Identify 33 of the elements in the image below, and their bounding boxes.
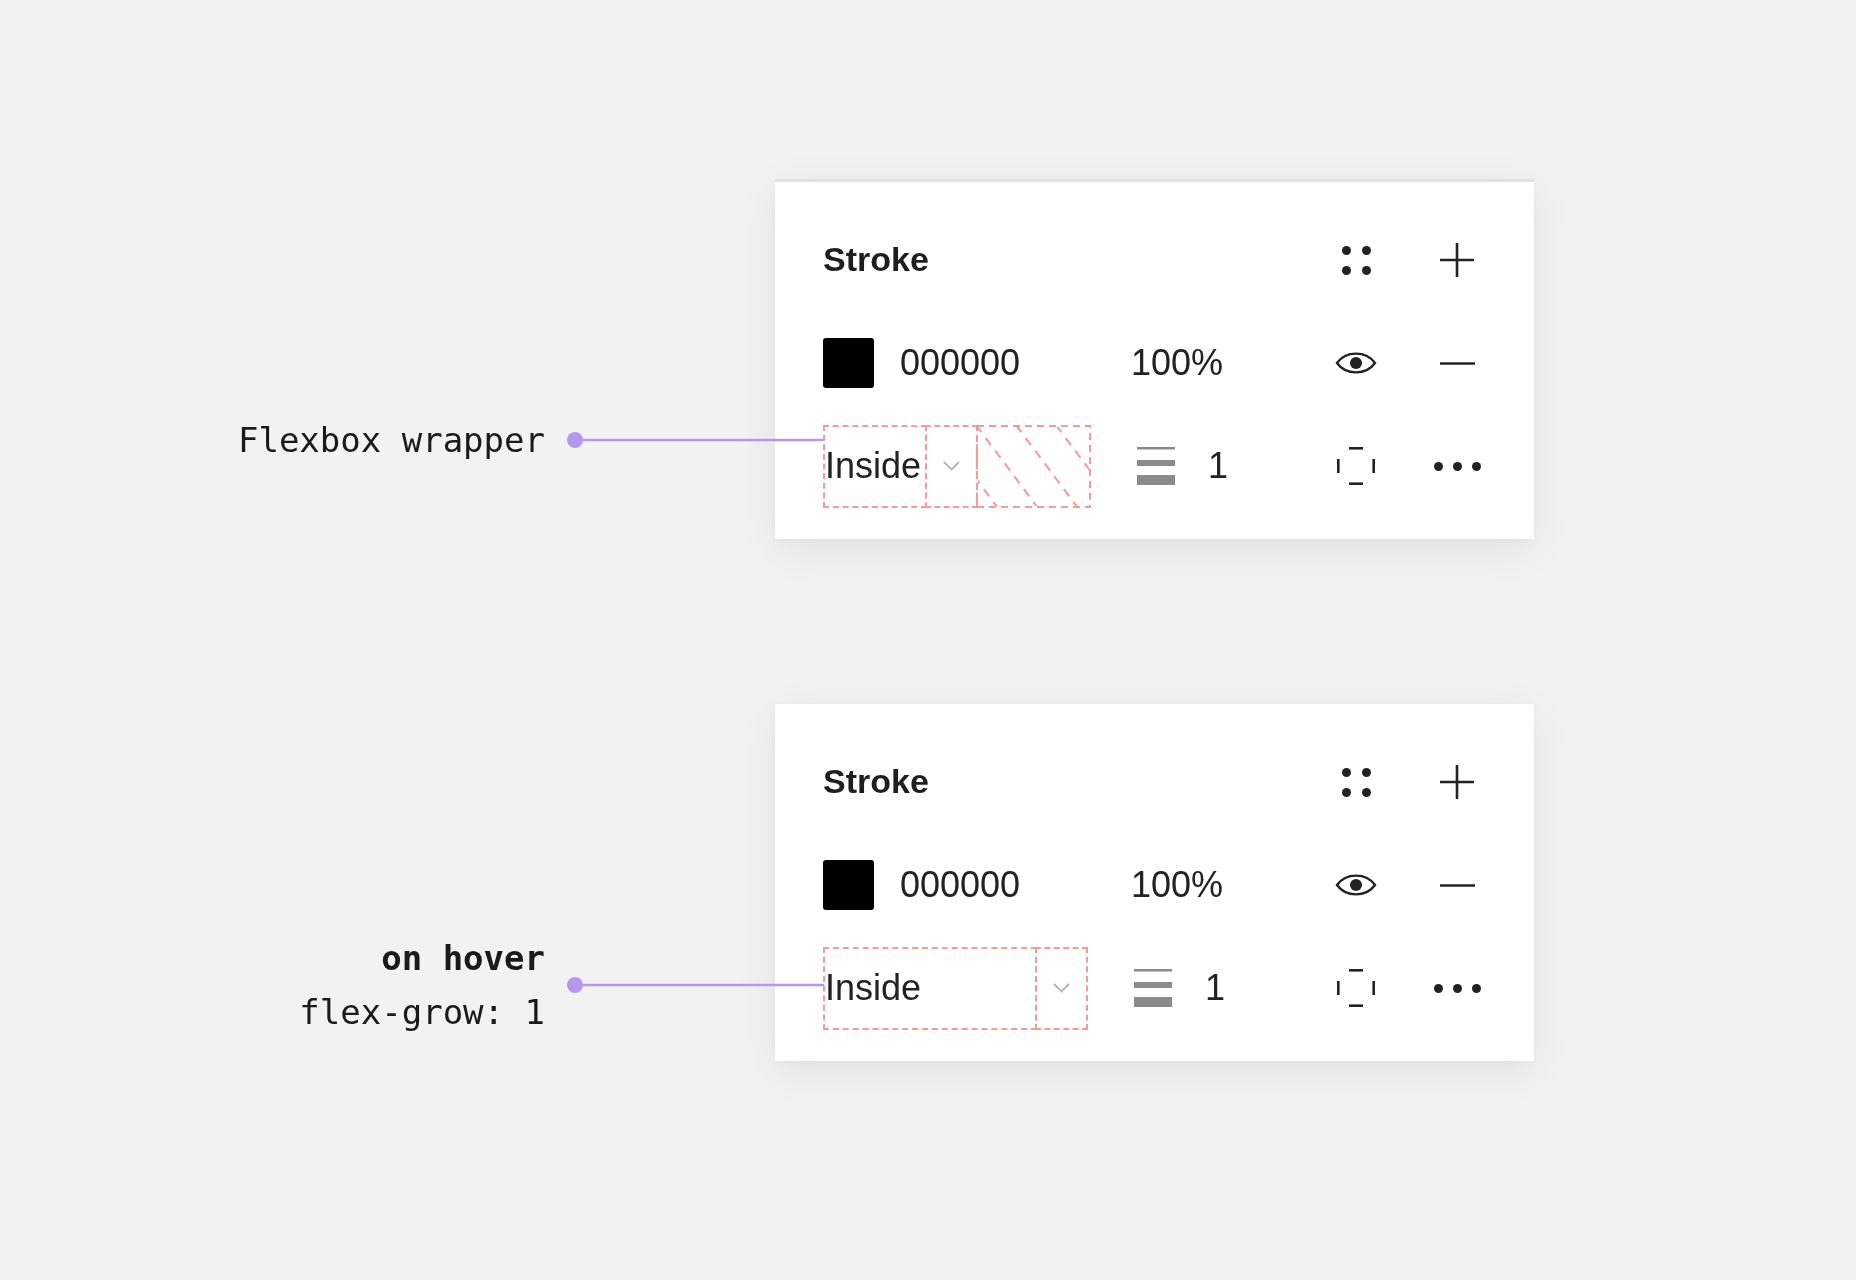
dropdown-toggle[interactable] <box>925 424 978 508</box>
dots-grid-icon[interactable] <box>1341 245 1371 275</box>
plus-icon[interactable] <box>1440 243 1474 277</box>
dropdown-toggle[interactable] <box>1035 946 1088 1030</box>
annotation-text: flex-grow: 1 <box>299 991 545 1034</box>
opacity-value[interactable]: 100% <box>1131 343 1224 383</box>
eye-icon[interactable] <box>1335 349 1377 377</box>
eye-icon[interactable] <box>1335 871 1377 899</box>
more-icon[interactable] <box>1433 461 1481 471</box>
annotation-text: on hover <box>381 937 545 980</box>
dots-grid-icon[interactable] <box>1341 767 1371 797</box>
minus-icon[interactable] <box>1439 361 1475 365</box>
dashed-square-icon[interactable] <box>1337 447 1375 485</box>
stroke-weight-value[interactable]: 1 <box>1205 968 1226 1008</box>
stroke-weight-icon <box>1134 969 1172 1007</box>
color-swatch-icon[interactable] <box>823 338 874 388</box>
chevron-down-icon <box>1053 983 1070 993</box>
position-select[interactable]: Inside <box>823 946 1037 1030</box>
opacity-value[interactable]: 100% <box>1131 865 1224 905</box>
stroke-weight-icon <box>1137 447 1175 485</box>
hex-value[interactable]: 000000 <box>900 865 1021 905</box>
more-icon[interactable] <box>1433 983 1481 993</box>
dashed-square-icon[interactable] <box>1337 969 1375 1007</box>
section-title: Stroke <box>823 763 929 801</box>
section-title: Stroke <box>823 241 929 279</box>
hex-value[interactable]: 000000 <box>900 343 1021 383</box>
chevron-down-icon <box>943 461 960 471</box>
minus-icon[interactable] <box>1439 883 1475 887</box>
color-swatch-icon[interactable] <box>823 860 874 910</box>
stroke-weight-value[interactable]: 1 <box>1208 446 1229 486</box>
plus-icon[interactable] <box>1440 765 1474 799</box>
position-select[interactable]: Inside <box>823 424 927 508</box>
annotation-text: Flexbox wrapper <box>237 419 545 462</box>
